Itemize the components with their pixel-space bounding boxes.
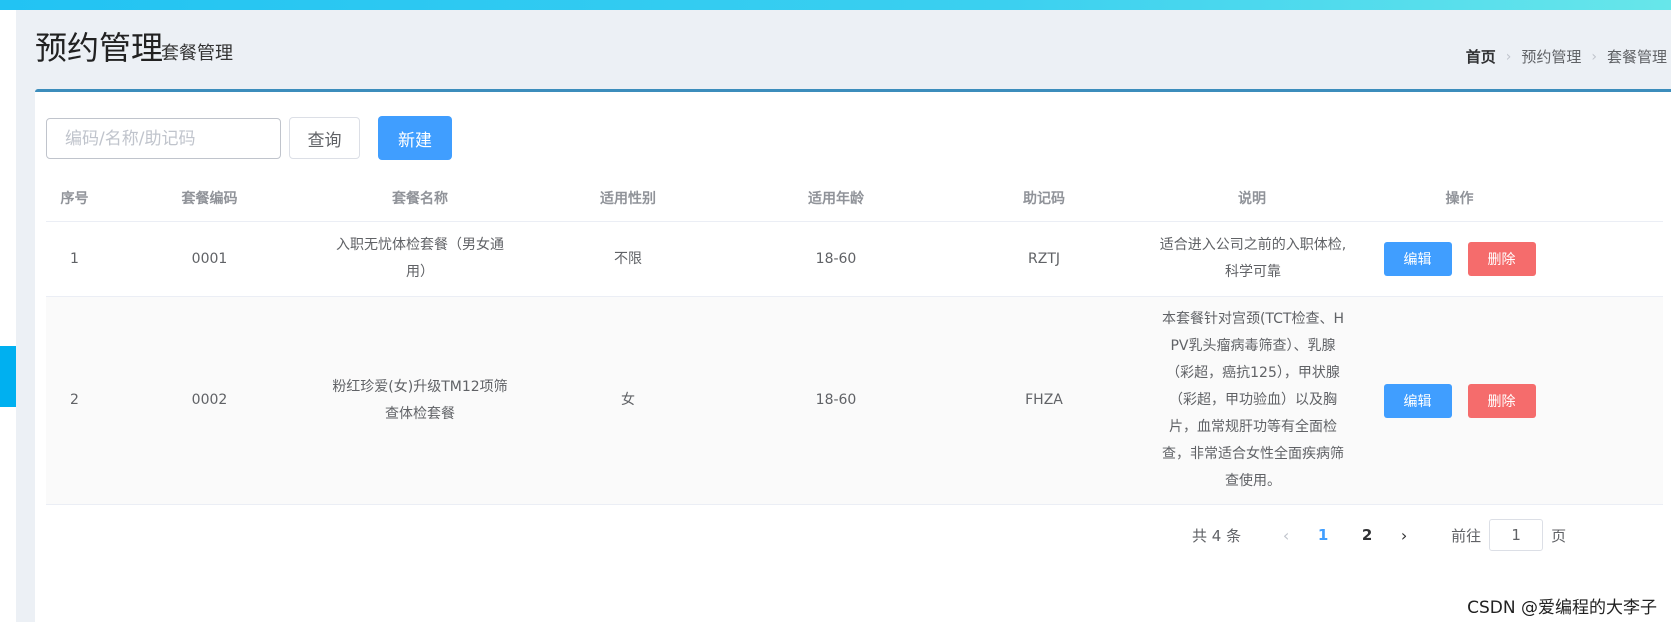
cell-mnemonic: FHZA	[1025, 392, 1063, 408]
table-header: 序号 套餐编码 套餐名称 适用性别 适用年龄 助记码 说明 操作	[46, 178, 1663, 222]
page-number-2[interactable]: 2	[1345, 526, 1389, 544]
cell-description-text: 适合进入公司之前的入职体检,科学可靠	[1159, 237, 1347, 280]
cell-name-text: 入职无忧体检套餐（男女通用）	[336, 237, 504, 280]
column-header-actions: 操作	[1445, 191, 1474, 207]
cell-description-text: 本套餐针对宫颈(TCT检查、HPV乳头瘤病毒筛查）、乳腺（彩超，癌抗125），甲…	[1161, 311, 1345, 489]
query-button[interactable]: 查询	[289, 117, 360, 159]
breadcrumb-package: 套餐管理	[1606, 48, 1667, 66]
breadcrumb: 首页 › 预约管理 › 套餐管理	[1466, 46, 1667, 67]
table-row: 1 0001 入职无忧体检套餐（男女通用） 不限 18-60 RZTJ 适合进入…	[46, 222, 1663, 297]
breadcrumb-home[interactable]: 首页	[1466, 46, 1496, 67]
cell-gender: 女	[621, 392, 635, 408]
column-header-mnemonic: 助记码	[1023, 191, 1065, 207]
cell-age: 18-60	[815, 392, 857, 408]
cell-description: 适合进入公司之前的入职体检,科学可靠	[1148, 232, 1356, 286]
package-panel: 查询 新建 序号 套餐编码 套餐名称 适用性别 适用年龄 助记码 说明 操作 1…	[35, 89, 1671, 622]
cell-mnemonic: RZTJ	[1028, 250, 1060, 267]
column-header-gender: 适用性别	[600, 191, 656, 207]
page-subtitle: 套餐管理	[161, 43, 233, 64]
cell-name: 粉红珍爱(女)升级TM12项筛查体检套餐	[316, 374, 524, 428]
search-input[interactable]	[46, 118, 281, 159]
watermark: CSDN @爱编程的大李子	[1467, 593, 1657, 618]
delete-button[interactable]: 删除	[1467, 383, 1536, 418]
delete-button[interactable]: 删除	[1467, 242, 1536, 276]
edit-button[interactable]: 编辑	[1383, 242, 1452, 276]
breadcrumb-appointment[interactable]: 预约管理	[1521, 46, 1581, 67]
pagination: 共 4 条 ‹ 1 2 › 前往 页	[1192, 519, 1566, 551]
cell-index: 1	[70, 250, 79, 267]
chevron-right-icon: ›	[1505, 48, 1512, 65]
new-button[interactable]: 新建	[378, 116, 452, 160]
top-accent-bar	[0, 0, 1671, 10]
chevron-left-icon[interactable]: ‹	[1271, 526, 1301, 545]
column-header-name: 套餐名称	[392, 191, 448, 207]
cell-age: 18-60	[815, 250, 857, 267]
jump-prefix: 前往	[1451, 526, 1482, 545]
chevron-right-icon[interactable]: ›	[1389, 526, 1419, 545]
cell-actions: 编辑 删除	[1356, 383, 1563, 418]
column-header-age: 适用年龄	[808, 191, 864, 207]
page-number-1[interactable]: 1	[1301, 526, 1345, 544]
sidebar-collapse-tab[interactable]	[0, 346, 17, 407]
cell-name: 入职无忧体检套餐（男女通用）	[316, 232, 524, 286]
pagination-jumper: 前往 页	[1451, 519, 1566, 551]
edit-button[interactable]: 编辑	[1383, 383, 1452, 418]
cell-code: 0001	[191, 250, 228, 267]
cell-gender: 不限	[614, 250, 642, 267]
cell-description: 本套餐针对宫颈(TCT检查、HPV乳头瘤病毒筛查）、乳腺（彩超，癌抗125），甲…	[1148, 306, 1356, 495]
jump-suffix: 页	[1551, 526, 1567, 545]
cell-index: 2	[70, 392, 79, 408]
content-area: 预约管理 套餐管理 首页 › 预约管理 › 套餐管理 查询 新建 序号 套餐编码…	[16, 10, 1671, 622]
cell-actions: 编辑 删除	[1356, 242, 1563, 276]
column-header-description: 说明	[1238, 191, 1266, 207]
chevron-right-icon: ›	[1591, 48, 1597, 65]
cell-name-text: 粉红珍爱(女)升级TM12项筛查体检套餐	[332, 378, 508, 422]
package-table: 序号 套餐编码 套餐名称 适用性别 适用年龄 助记码 说明 操作 1 0001 …	[46, 178, 1663, 505]
page-jump-input[interactable]	[1489, 519, 1544, 551]
sidebar-strip	[0, 10, 16, 622]
cell-code: 0002	[191, 392, 228, 408]
page-title: 预约管理	[35, 29, 164, 67]
pagination-total: 共 4 条	[1192, 526, 1242, 545]
column-header-index: 序号	[60, 191, 89, 207]
table-row: 2 0002 粉红珍爱(女)升级TM12项筛查体检套餐 女 18-60 FHZA…	[46, 297, 1663, 505]
column-header-code: 套餐编码	[181, 191, 238, 207]
